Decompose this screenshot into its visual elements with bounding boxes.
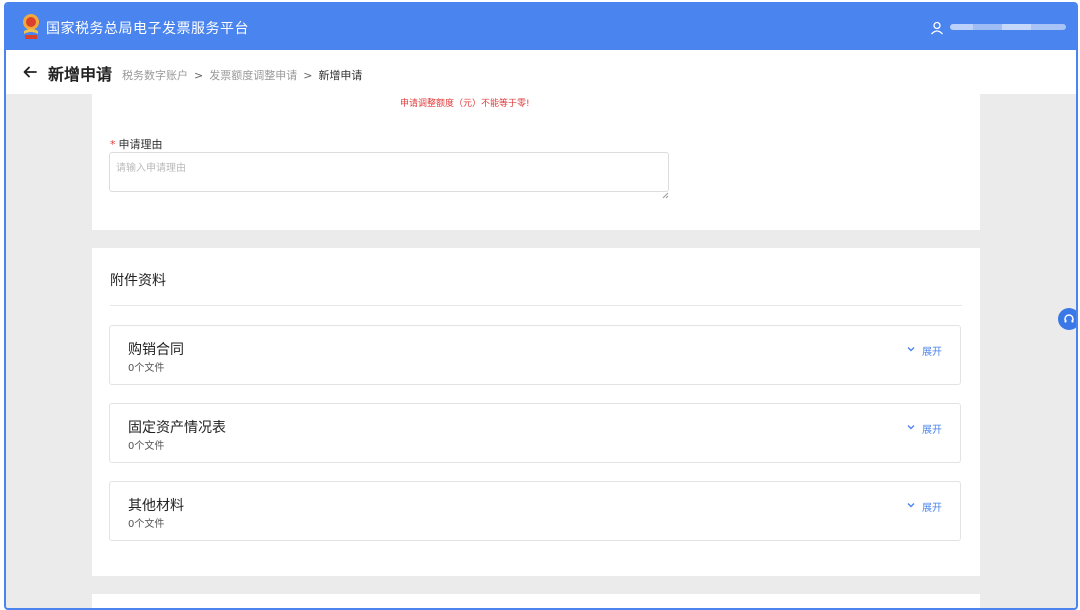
expand-label: 展开 [922,347,942,358]
resize-grip-icon[interactable] [661,184,669,199]
breadcrumb-item-current: 新增申请 [318,69,363,82]
chevron-down-icon [906,500,916,513]
breadcrumb-separator: > [194,69,204,82]
application-form-card: 申请调整额度（元）不能等于零! * 申请理由 [92,94,980,230]
required-mark: * [110,138,116,151]
reason-label: * 申请理由 [110,136,163,152]
page-header: 新增申请 税务数字账户 > 发票额度调整申请 > 新增申请 [6,50,1076,94]
chevron-down-icon [906,344,916,357]
app-title: 国家税务总局电子发票服务平台 [46,21,249,37]
attachment-name: 其他材料 [128,498,184,514]
user-icon [930,20,944,35]
tax-emblem-icon [18,11,44,41]
attachment-name: 购销合同 [128,342,184,358]
attachment-item-contract: 购销合同 0个文件 展开 [109,325,961,385]
support-button[interactable] [1058,308,1076,330]
attachment-file-count: 0个文件 [128,363,165,374]
breadcrumb-separator: > [303,69,313,82]
expand-button[interactable]: 展开 [906,421,942,436]
expand-button[interactable]: 展开 [906,343,942,358]
breadcrumb-item-quota-adjust[interactable]: 发票额度调整申请 [209,69,297,82]
reason-label-text: 申请理由 [118,138,163,151]
attachment-item-other: 其他材料 0个文件 展开 [109,481,961,541]
attachment-file-count: 0个文件 [128,441,165,452]
validation-error: 申请调整额度（元）不能等于零! [400,99,530,109]
chevron-down-icon [906,422,916,435]
expand-button[interactable]: 展开 [906,499,942,514]
expand-label: 展开 [922,503,942,514]
breadcrumb: 税务数字账户 > 发票额度调整申请 > 新增申请 [122,67,362,83]
attachments-title: 附件资料 [110,273,166,289]
next-section-card [92,594,980,608]
attachment-file-count: 0个文件 [128,519,165,530]
attachment-name: 固定资产情况表 [128,420,226,436]
arrow-left-icon[interactable] [22,64,38,80]
user-name-redacted [950,24,1066,30]
breadcrumb-item-tax-account[interactable]: 税务数字账户 [122,69,188,82]
reason-textarea[interactable] [109,152,669,192]
top-bar: 国家税务总局电子发票服务平台 [6,4,1076,50]
divider [110,305,962,306]
page-title: 新增申请 [48,65,113,84]
attachments-card: 附件资料 购销合同 0个文件 展开 固定资产情况表 0个文件 展开 其他材料 0… [92,248,980,576]
headset-icon [1063,310,1075,329]
expand-label: 展开 [922,425,942,436]
app-window: 国家税务总局电子发票服务平台 新增申请 税务数字账户 > 发票额度调整申请 > 新增申请… [4,2,1078,610]
attachment-item-fixed-assets: 固定资产情况表 0个文件 展开 [109,403,961,463]
